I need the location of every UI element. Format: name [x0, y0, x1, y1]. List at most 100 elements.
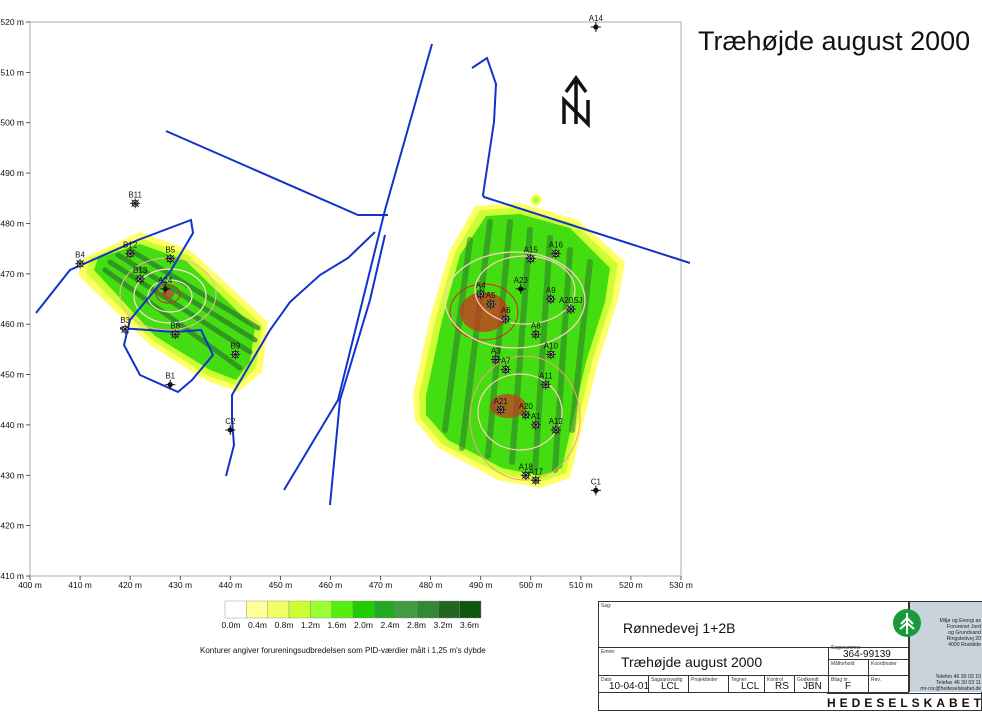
x-tick-label: 470 m	[369, 580, 393, 590]
company-name: HEDESELSKABET	[827, 693, 982, 712]
well-label: A7	[501, 357, 511, 366]
sag-cell: Sag: Rønnedevej 1+2B	[599, 602, 909, 648]
sagsansvarlig-cell: Sagsansvarlig LCL	[649, 676, 689, 693]
legend-label: 0.4m	[248, 620, 267, 630]
well-marker[interactable]: B3	[120, 316, 131, 335]
emne-cell: Emne: Træhøjde august 2000	[599, 648, 829, 676]
title-block: Sag: Rønnedevej 1+2B Emne: Træhøjde augu…	[598, 601, 982, 711]
well-label: A6	[501, 306, 511, 315]
x-tick-label: 400 m	[18, 580, 42, 590]
legend-label: 2.8m	[407, 620, 426, 630]
legend-swatch	[438, 600, 460, 619]
legend-swatch	[224, 600, 247, 619]
legend-label: 2.4m	[381, 620, 400, 630]
well-label: A21	[494, 397, 509, 406]
well-label: A5	[486, 291, 496, 300]
well-label: B3	[120, 316, 130, 325]
legend-label: 3.6m	[460, 620, 479, 630]
well-marker[interactable]: B11	[128, 190, 143, 209]
tegner-cell: Tegner LCL	[729, 676, 765, 693]
x-tick-label: 460 m	[319, 580, 343, 590]
x-tick-label: 450 m	[269, 580, 293, 590]
well-label: A20SJ	[559, 296, 583, 305]
legend-label: 2.0m	[354, 620, 373, 630]
bilag-cell: Bilag nr. F	[829, 676, 869, 693]
well-label: A16	[549, 241, 564, 250]
well-label: B8	[170, 321, 180, 330]
sagsnummer-cell: Sagsnummer 364-99139	[829, 644, 909, 660]
well-label: A12	[549, 417, 564, 426]
y-tick-label: 440 m	[0, 420, 24, 430]
x-tick-label: 430 m	[168, 580, 192, 590]
well-label: A14	[589, 14, 604, 23]
well-label: A15	[524, 246, 539, 255]
sag-value: Rønnedevej 1+2B	[623, 620, 736, 636]
company-address: Miljø og Energi as Forurenet Jord og Gru…	[939, 618, 981, 648]
well-marker[interactable]: C1	[591, 477, 602, 496]
y-tick-label: 430 m	[0, 470, 24, 480]
legend-swatch	[331, 600, 354, 619]
x-tick-label: 490 m	[469, 580, 493, 590]
legend-label: 0.0m	[222, 620, 241, 630]
well-label: B13	[133, 266, 148, 275]
well-label: B9	[230, 341, 240, 350]
well-label: A10	[544, 341, 559, 350]
y-tick-label: 510 m	[0, 67, 24, 77]
map-title: Træhøjde august 2000	[698, 26, 971, 56]
x-tick-label: 420 m	[118, 580, 142, 590]
well-label: B12	[123, 241, 138, 250]
well-label: A20	[519, 402, 534, 411]
well-label: A24	[158, 276, 173, 285]
x-tick-label: 530 m	[669, 580, 693, 590]
y-tick-label: 460 m	[0, 319, 24, 329]
well-label: A3	[491, 346, 501, 355]
x-tick-label: 480 m	[419, 580, 443, 590]
y-tick-label: 420 m	[0, 521, 24, 531]
well-label: A23	[514, 276, 529, 285]
x-tick-label: 410 m	[68, 580, 92, 590]
legend-colorbar: 0.0m 0.4m 0.8m 1.2m 1.6m 2.0m 2.4m 2.8m 3.2m 3.6m	[222, 600, 482, 630]
x-axis: 400 m 410 m 420 m 430 m 440 m 450 m 460 m 470 m…	[18, 576, 693, 590]
legend-label: 0.8m	[275, 620, 294, 630]
y-tick-label: 520 m	[0, 17, 24, 27]
legend-swatch	[459, 600, 482, 619]
legend-label: 1.2m	[301, 620, 320, 630]
y-axis: 410 m 420 m 430 m 440 m 450 m 460 m 470 m 480 m…	[0, 17, 30, 581]
legend-label: 1.6m	[328, 620, 347, 630]
godkendt-cell: Godkendt JBN	[795, 676, 829, 693]
well-label: A11	[539, 372, 553, 381]
area-east	[413, 194, 625, 488]
well-label: B5	[165, 246, 175, 255]
legend-swatch	[374, 600, 396, 619]
legend-label: 3.2m	[434, 620, 453, 630]
well-label: A9	[546, 286, 556, 295]
well-label: A18	[519, 462, 534, 471]
company-info: Miljø og Energi as Forurenet Jord og Gru…	[893, 602, 982, 692]
projektleder-cell: Projektleder	[689, 676, 729, 693]
y-tick-label: 500 m	[0, 118, 24, 128]
y-tick-label: 450 m	[0, 370, 24, 380]
legend-swatch	[310, 600, 332, 619]
well-marker[interactable]: C2	[225, 417, 236, 435]
y-tick-label: 470 m	[0, 269, 24, 279]
legend-caption: Konturer angiver forureningsudbredelsen …	[200, 646, 486, 655]
dato-cell: Dato 10-04-01	[599, 676, 650, 693]
well-label: A1	[531, 412, 541, 421]
legend-swatch	[416, 600, 439, 619]
well-label: A8	[531, 321, 541, 330]
koordinater-cell: Koordinater	[869, 660, 909, 676]
company-contact: Telefon 46 30 03 10 Telefax 46 30 03 11 …	[920, 674, 981, 692]
well-label: B11	[128, 190, 142, 199]
legend-swatch	[395, 600, 418, 619]
well-marker[interactable]: A14	[589, 14, 604, 33]
x-tick-label: 510 m	[569, 580, 593, 590]
x-tick-label: 520 m	[619, 580, 643, 590]
well-label: C1	[591, 477, 602, 486]
legend-swatch	[352, 600, 375, 619]
rev-cell: Rev.	[869, 676, 909, 693]
y-tick-label: 480 m	[0, 218, 24, 228]
legend-swatch	[246, 600, 268, 619]
y-tick-label: 410 m	[0, 571, 24, 581]
x-tick-label: 500 m	[519, 580, 543, 590]
well-label: B4	[75, 251, 85, 260]
